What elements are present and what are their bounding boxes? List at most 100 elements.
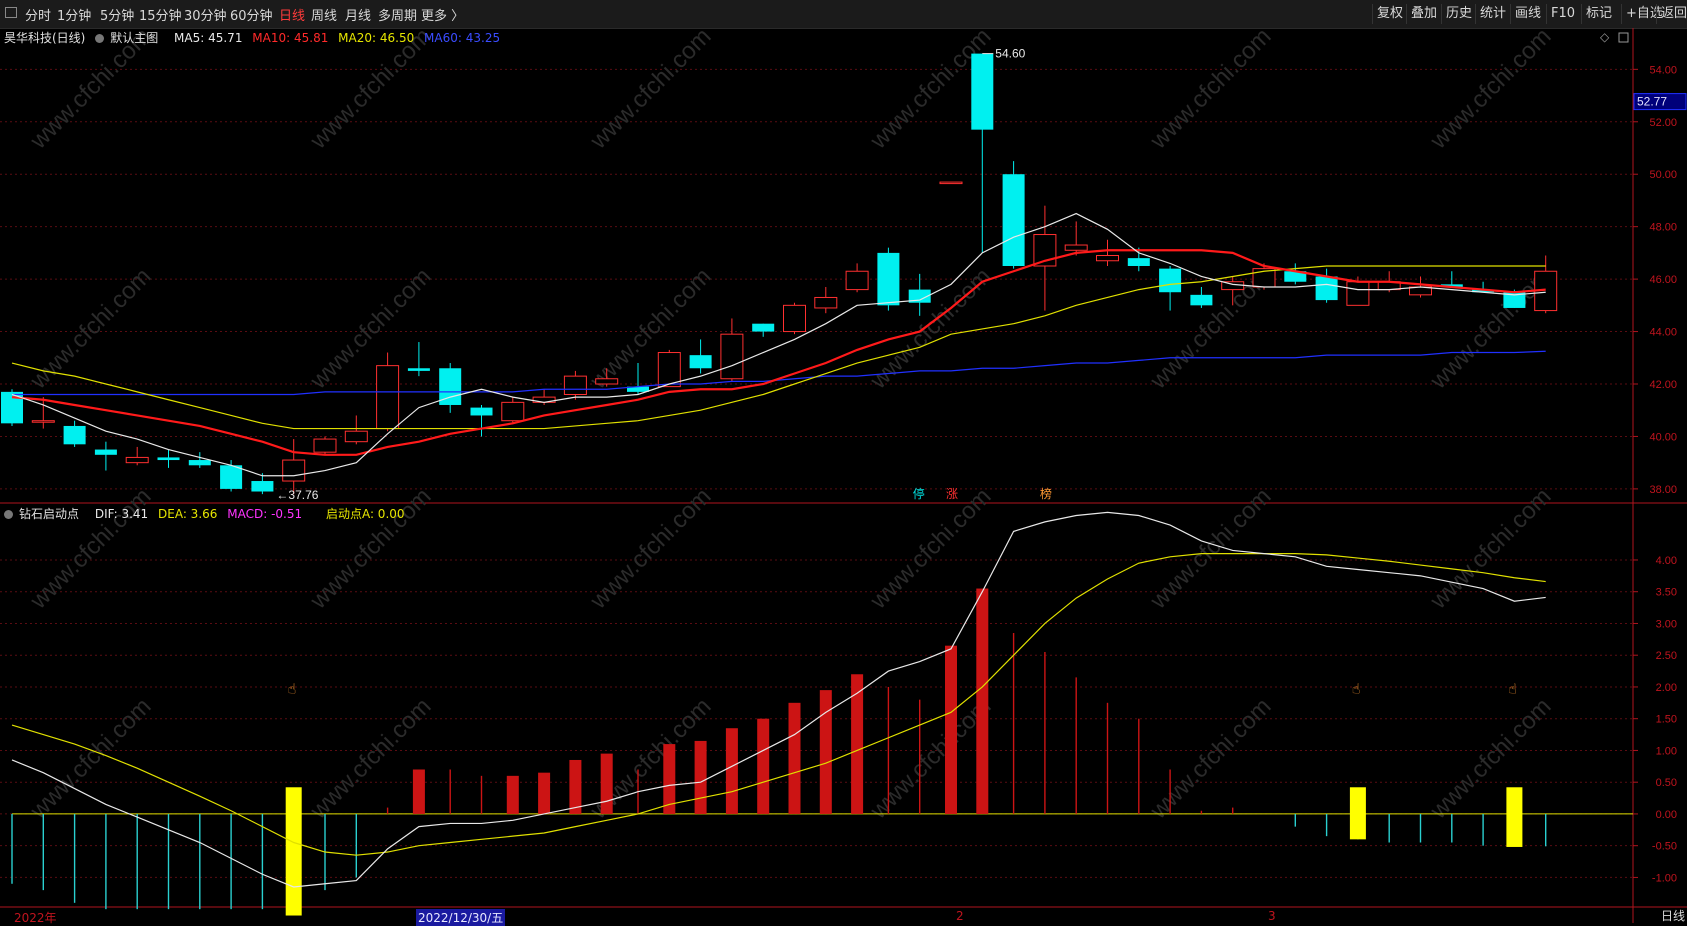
candle-body (125, 456, 149, 464)
candle-body (1127, 258, 1150, 266)
candle-body (157, 457, 180, 461)
candle-body (407, 368, 430, 371)
indicator-tick-label: 0.50 (1656, 777, 1677, 789)
candle-body (251, 481, 274, 492)
macd-bar-positive (819, 690, 832, 814)
dif-value: DIF: 3.41 (94, 507, 149, 521)
watermark-text: www.cfchi.com (24, 263, 156, 395)
template-selector[interactable]: 默认主图 (95, 31, 164, 45)
ma60-line (12, 350, 1546, 396)
indicator-selector[interactable]: 钻石启动点 (4, 507, 85, 521)
candle-body (595, 378, 619, 385)
start-point-value: 启动点A: 0.00 (325, 507, 405, 521)
candle-body (1096, 255, 1119, 262)
macd-bar-positive (506, 775, 519, 814)
indicator-name: 钻石启动点 (19, 507, 80, 521)
month-tick-2: 2 (956, 909, 964, 923)
candle-body (563, 375, 587, 395)
candle-body (689, 355, 712, 369)
dif-line (11, 511, 1546, 888)
toolbar-button-f10[interactable]: F10 (1546, 4, 1579, 24)
candle-body (1190, 294, 1213, 306)
toolbar-item-7[interactable]: 周线 (311, 5, 337, 24)
toolbar-item-2[interactable]: 5分钟 (100, 5, 134, 24)
toolbar-item-1[interactable]: 1分钟 (57, 5, 91, 24)
event-marker-1: 涨 (946, 486, 958, 501)
dea-value: DEA: 3.66 (158, 507, 218, 521)
indicator-tick-label: 0.00 (1656, 809, 1677, 821)
toolbar-item-0[interactable]: 分时 (25, 5, 51, 24)
macd-bar-positive (694, 740, 707, 814)
toolbar-button-diejia[interactable]: 叠加 (1406, 4, 1441, 24)
macd-bar-positive (412, 769, 425, 814)
period-label[interactable]: 日线 (1661, 907, 1685, 924)
toolbar-item-3[interactable]: 15分钟 (139, 5, 182, 24)
toolbar-button-fanhui[interactable]: 返回 (1656, 4, 1687, 24)
toolbar-button-biaoji[interactable]: 标记 (1581, 4, 1616, 24)
period-toolbar: 分时 1分钟 5分钟 15分钟 30分钟 60分钟 日线 周线 月线 多周期 更多 〉 复权 叠加 历史… (0, 0, 1687, 29)
toolbar-item-4[interactable]: 30分钟 (184, 5, 227, 24)
watermark-text: www.cfchi.com (1424, 693, 1556, 825)
ma5-value: MA5: 45.71 (174, 31, 243, 45)
panel-toggle-icon[interactable] (5, 7, 17, 18)
start-signal-bar (1349, 787, 1366, 840)
panel-maximize-icon (1618, 32, 1629, 43)
date-axis: 2022年 2022/12/30/五 2 3 (0, 909, 1687, 926)
price-tick-label: 54.00 (1649, 64, 1677, 76)
macd-value: MACD: -0.51 (227, 507, 303, 521)
macd-bar-positive (976, 588, 989, 814)
candle-body (188, 460, 211, 466)
start-signal-bar (285, 787, 302, 916)
event-marker-0: 停 (913, 486, 925, 501)
watermark-text: www.cfchi.com (584, 263, 716, 395)
toolbar-item-5[interactable]: 60分钟 (230, 5, 273, 24)
current-price-value: 52.77 (1637, 95, 1667, 109)
indicator-tick-label: 4.00 (1656, 555, 1677, 567)
low-price-label: ←37.76 (276, 488, 318, 502)
high-price-label: 54.60 (995, 47, 1025, 61)
stock-chart[interactable]: 54.00 52.00 50.00 48.00 46.00 44.00 42.00 40.00… (0, 28, 1687, 923)
candle-body (63, 425, 86, 445)
toolbar-button-lishi[interactable]: 历史 (1441, 4, 1476, 24)
candle-body (877, 252, 900, 306)
watermark-text: www.cfchi.com (584, 28, 716, 155)
diamond-icon: ◇ (1600, 30, 1610, 44)
candle-body (1315, 276, 1338, 301)
price-tick-label: 46.00 (1649, 274, 1677, 286)
indicator-tick-label: 1.50 (1656, 714, 1677, 726)
macd-bar-positive (788, 702, 801, 814)
dea-line (11, 553, 1546, 856)
candle-body (845, 270, 869, 291)
ma10-value: MA10: 45.81 (252, 31, 329, 45)
candle-body (1346, 281, 1370, 306)
ma60-value: MA60: 43.25 (424, 31, 501, 45)
toolbar-button-huaxian[interactable]: 画线 (1510, 4, 1545, 24)
macd-bar-positive (569, 759, 582, 814)
price-tick-label: 52.00 (1649, 117, 1677, 129)
macd-bar-positive (725, 728, 738, 814)
macd-bar-positive (538, 772, 551, 814)
stock-name: 昊华科技(日线) (4, 31, 86, 45)
cursor-date-label: 2022/12/30/五 (416, 909, 506, 926)
price-tick-label: 40.00 (1649, 431, 1677, 443)
toolbar-item-8[interactable]: 月线 (345, 5, 371, 24)
toolbar-item-6[interactable]: 日线 (279, 5, 305, 24)
watermark-text: www.cfchi.com (1424, 28, 1556, 155)
indicator-tick-label: 1.00 (1656, 745, 1677, 757)
candle-body (971, 53, 994, 130)
macd-bar-positive (600, 753, 613, 814)
price-panel-title: 昊华科技(日线) 默认主图 MA5: 45.71 MA10: 45.81 MA2… (4, 29, 506, 46)
toolbar-item-9[interactable]: 多周期 (378, 5, 417, 24)
candle-body (344, 430, 368, 443)
hand-pointer-icon: ☝ (1352, 681, 1361, 697)
toolbar-button-fuquan[interactable]: 复权 (1372, 4, 1407, 24)
hand-pointer-icon: ☝ (288, 681, 297, 697)
candle-body (31, 420, 55, 423)
candle-body (1002, 174, 1025, 266)
chevron-down-icon (4, 510, 13, 519)
indicator-tick-label: -0.50 (1652, 841, 1677, 853)
toolbar-item-10[interactable]: 更多 〉 (421, 5, 464, 24)
candle-body (501, 401, 525, 422)
toolbar-button-tongji[interactable]: 统计 (1475, 4, 1510, 24)
indicator-panel-title: 钻石启动点 DIF: 3.41 DEA: 3.66 MACD: -0.51 启动… (4, 505, 411, 522)
